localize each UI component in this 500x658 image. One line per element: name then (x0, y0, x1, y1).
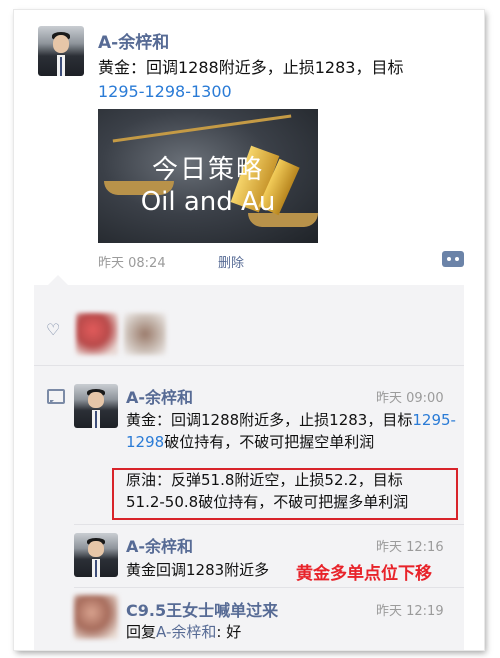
heart-icon: ♡ (46, 320, 61, 339)
annotation-label: 黄金多单点位下移 (296, 564, 432, 584)
comment-author[interactable]: A-余梓和 (126, 384, 193, 408)
commenter-avatar[interactable] (74, 384, 118, 428)
delete-button[interactable]: 删除 (218, 252, 244, 271)
post-text-link[interactable]: 1295-1298-1300 (98, 82, 232, 101)
post-time: 昨天 08:24 (98, 256, 166, 271)
comment-text-suffix: 破位持有，不破可把握空单利润 (164, 433, 375, 451)
commenter-avatar[interactable] (74, 533, 118, 577)
liker-avatar[interactable] (76, 313, 118, 355)
moments-post-frame: A-余梓和 黄金：回调1288附近多，止损1283，目标 1295-1298-1… (14, 10, 484, 650)
author-avatar[interactable] (38, 26, 84, 76)
comment-time: 昨天 09:00 (376, 391, 444, 406)
comment-icon (47, 389, 65, 404)
comment-reply: 回复A-余梓和: 好 (126, 621, 241, 643)
reply-text: : 好 (216, 623, 242, 641)
post-author-name[interactable]: A-余梓和 (98, 28, 169, 53)
panel-divider (74, 524, 464, 525)
comment-text: 黄金：回调1288附近多，止损1283，目标1295-1298破位持有，不破可把… (126, 409, 456, 453)
comment-text: 黄金回调1283附近多 (126, 561, 270, 579)
reply-prefix: 回复 (126, 623, 157, 641)
comment-author[interactable]: C9.5王女士喊单过来 (126, 597, 278, 621)
highlight-box (112, 468, 458, 520)
comment-time: 昨天 12:19 (376, 604, 444, 619)
comment-time: 昨天 12:16 (376, 540, 444, 555)
more-options-icon[interactable] (442, 251, 464, 267)
post-text: 黄金：回调1288附近多，止损1283，目标 1295-1298-1300 (98, 56, 468, 104)
panel-divider (74, 587, 464, 588)
panel-divider (34, 365, 464, 366)
strategy-image-subtitle: Oil and Au (140, 187, 276, 217)
strategy-image-title: 今日策略 (151, 155, 264, 185)
reply-to-name[interactable]: A-余梓和 (156, 623, 216, 641)
comment-author[interactable]: A-余梓和 (126, 533, 193, 557)
post-text-prefix: 黄金：回调1288附近多，止损1283，目标 (98, 58, 404, 77)
liker-avatar[interactable] (124, 313, 166, 355)
commenter-avatar[interactable] (74, 595, 118, 639)
comment-text-prefix: 黄金：回调1288附近多，止损1283，目标 (126, 411, 413, 429)
strategy-image[interactable]: 今日策略 Oil and Au (98, 109, 318, 243)
